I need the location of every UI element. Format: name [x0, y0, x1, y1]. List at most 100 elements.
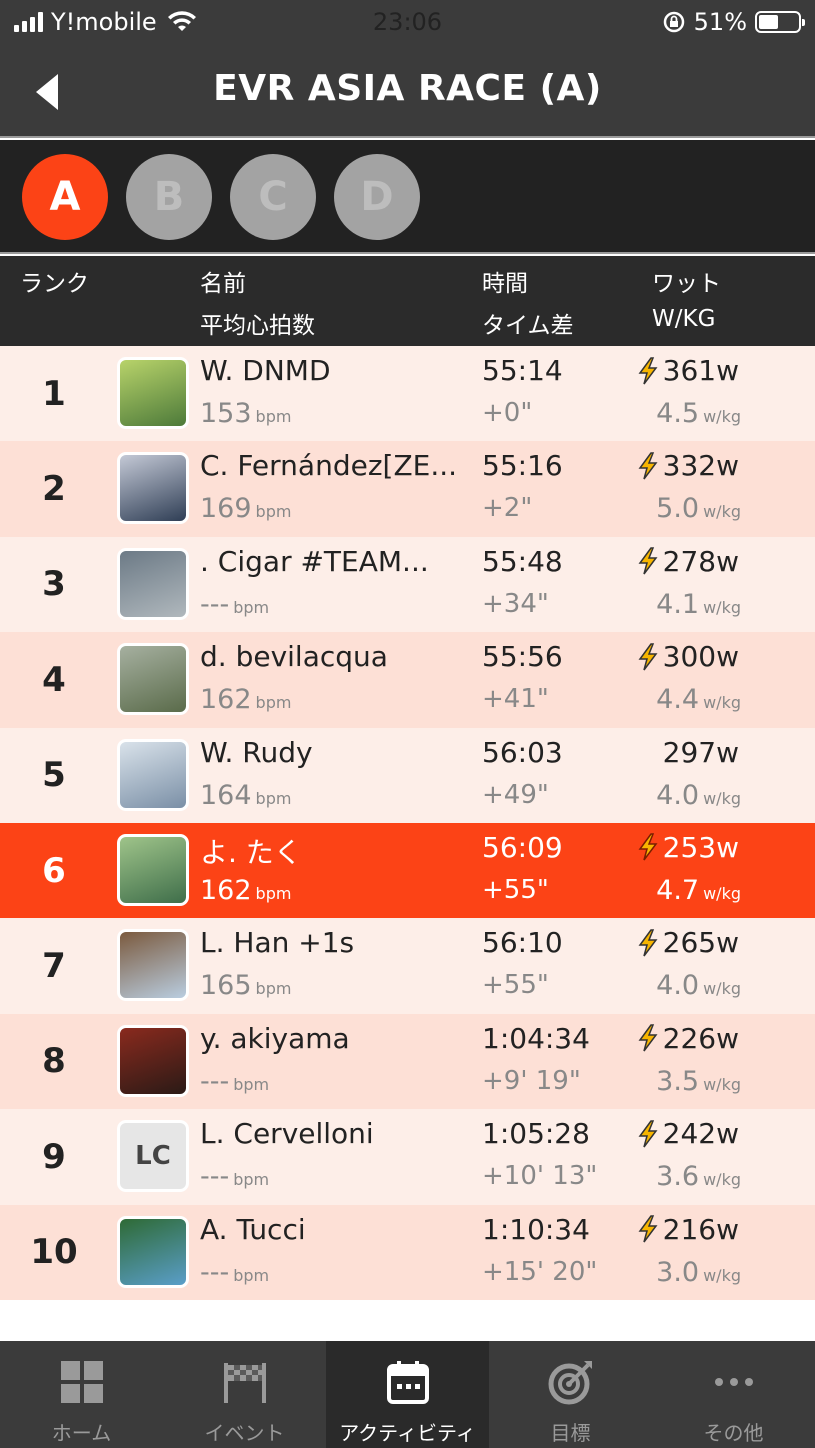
rider-name: W. DNMD	[200, 354, 331, 387]
nav-goals[interactable]: 目標	[489, 1341, 652, 1448]
wkg-value: 4.5	[656, 398, 700, 429]
finish-time: 55:56	[482, 640, 563, 674]
avatar[interactable]	[117, 1215, 189, 1288]
watts-per-kg: 3.6 w/kg	[656, 1161, 741, 1192]
leaderboard-row[interactable]: 6 よ. たく 162 bpm 56:09 +55" 253w 4.7 w/kg	[0, 822, 815, 919]
avg-heart-rate: 153 bpm	[200, 398, 291, 429]
category-tab-c[interactable]: C	[230, 154, 316, 240]
avatar[interactable]	[117, 547, 189, 620]
avatar[interactable]	[117, 1024, 189, 1097]
finish-time: 55:48	[482, 544, 563, 578]
watts-per-kg: 4.0 w/kg	[656, 780, 741, 811]
leaderboard-row[interactable]: 7 L. Han +1s 165 bpm 56:10 +55" 265w 4.0 w/kg	[0, 918, 815, 1014]
category-tab-d[interactable]: D	[334, 154, 420, 240]
rank-number: 8	[42, 1041, 66, 1082]
time-gap: +2"	[482, 493, 533, 524]
watts-value: 300w	[662, 640, 739, 674]
avg-watts: 297w	[663, 736, 739, 769]
watts-value: 253w	[662, 830, 739, 864]
rotation-lock-icon	[663, 11, 684, 33]
rank-number: 4	[42, 659, 66, 700]
nav-home-label: ホーム	[51, 1421, 112, 1445]
bpm-unit: bpm	[233, 1265, 270, 1285]
time-gap: +55"	[482, 970, 549, 1001]
lightning-bolt-icon	[638, 1215, 658, 1243]
leaderboard-row[interactable]: 1 W. DNMD 153 bpm 55:14 +0" 361w 4.5 w/kg	[0, 346, 815, 442]
calendar-icon	[386, 1361, 429, 1404]
status-right: 51%	[662, 8, 805, 36]
leaderboard-row[interactable]: 3 . Cigar #TEAM... --- bpm 55:48 +34" 278w 4.1 w…	[0, 536, 815, 633]
nav-more-label: その他	[703, 1421, 764, 1445]
avatar[interactable]	[117, 929, 189, 1002]
category-tabs: A B C D	[0, 140, 815, 254]
wkg-value: 4.1	[656, 588, 700, 620]
watts-value: 278w	[662, 544, 739, 578]
category-tab-b[interactable]: B	[126, 154, 212, 240]
bpm-value: 169	[200, 493, 252, 525]
finish-time: 1:05:28	[482, 1117, 590, 1151]
nav-goals-label: 目標	[550, 1421, 591, 1445]
leaderboard-row[interactable]: 4 d. bevilacqua 162 bpm 55:56 +41" 300w 4.4 w/kg	[0, 632, 815, 728]
bpm-value: 165	[200, 970, 252, 1002]
avg-heart-rate: --- bpm	[200, 1257, 269, 1288]
avatar-initials[interactable]: LC	[117, 1120, 189, 1193]
nav-events[interactable]: イベント	[163, 1341, 326, 1448]
watts-per-kg: 5.0 w/kg	[656, 493, 741, 524]
column-header: ランク 名前 平均心拍数 時間 タイム差 ワット W/KG	[0, 256, 815, 346]
rank-number: 5	[42, 755, 66, 796]
time-gap: +34"	[482, 588, 549, 619]
bpm-unit: bpm	[233, 1074, 270, 1094]
avatar[interactable]	[117, 452, 189, 525]
wkg-value: 5.0	[656, 493, 700, 525]
watts-per-kg: 3.0 w/kg	[656, 1257, 741, 1288]
avg-heart-rate: 162 bpm	[200, 875, 291, 906]
col-avg-hr: 平均心拍数	[200, 313, 315, 339]
watts-value: 265w	[662, 926, 739, 960]
avg-watts: 226w	[637, 1022, 739, 1055]
col-name: 名前	[200, 271, 246, 297]
watts-value: 216w	[662, 1212, 739, 1246]
watts-per-kg: 4.0 w/kg	[656, 970, 741, 1001]
nav-home[interactable]: ホーム	[0, 1341, 163, 1448]
col-rank: ランク	[20, 271, 89, 297]
lightning-bolt-icon	[638, 929, 658, 957]
avg-watts: 278w	[637, 545, 739, 578]
avatar[interactable]	[117, 357, 189, 429]
wkg-unit: w/kg	[703, 693, 741, 713]
col-time: 時間	[482, 271, 528, 297]
lightning-bolt-icon	[638, 1024, 658, 1052]
nav-more[interactable]: その他	[652, 1341, 815, 1448]
home-grid-icon	[60, 1361, 103, 1403]
wkg-value: 4.7	[656, 874, 700, 906]
avg-watts: 242w	[637, 1117, 739, 1150]
leaderboard-row[interactable]: 10 A. Tucci --- bpm 1:10:34 +15' 20" 216w 3.0 w/…	[0, 1204, 815, 1300]
bpm-value: ---	[200, 588, 230, 620]
wkg-value: 4.4	[656, 684, 700, 716]
bpm-unit: bpm	[255, 693, 292, 713]
finish-time: 55:16	[482, 449, 563, 483]
wkg-unit: w/kg	[703, 597, 741, 617]
avg-heart-rate: 165 bpm	[200, 970, 291, 1001]
time-gap: +10' 13"	[482, 1161, 598, 1192]
nav-activity[interactable]: アクティビティ	[326, 1341, 489, 1448]
target-icon	[548, 1361, 592, 1405]
category-tab-a[interactable]: A	[22, 154, 108, 240]
leaderboard-list: 1 W. DNMD 153 bpm 55:14 +0" 361w 4.5 w/kg 2 C. Fer…	[0, 346, 815, 1300]
bpm-value: 162	[200, 874, 252, 906]
leaderboard-row[interactable]: 8 y. akiyama --- bpm 1:04:34 +9' 19" 226w 3.5 w/…	[0, 1013, 815, 1110]
rider-name: y. akiyama	[200, 1021, 350, 1055]
time-gap: +49"	[482, 779, 549, 810]
bpm-value: ---	[200, 1161, 230, 1193]
leaderboard-row[interactable]: 2 C. Fernández[ZE... 169 bpm 55:16 +2" 332w 5.0…	[0, 441, 815, 537]
watts-per-kg: 4.7 w/kg	[656, 875, 741, 906]
watts-value: 226w	[662, 1021, 739, 1055]
lightning-bolt-icon	[638, 642, 658, 671]
avatar[interactable]	[117, 833, 189, 906]
avg-watts: 216w	[637, 1213, 739, 1246]
wkg-value: 3.5	[656, 1065, 700, 1097]
leaderboard-row[interactable]: 5 W. Rudy 164 bpm 56:03 +49" 297w 4.0 w/kg	[0, 727, 815, 823]
avatar[interactable]	[117, 738, 189, 811]
rank-number: 9	[42, 1136, 66, 1177]
leaderboard-row[interactable]: 9 LC L. Cervelloni --- bpm 1:05:28 +10' 13" 242…	[0, 1109, 815, 1205]
avatar[interactable]	[117, 643, 189, 716]
